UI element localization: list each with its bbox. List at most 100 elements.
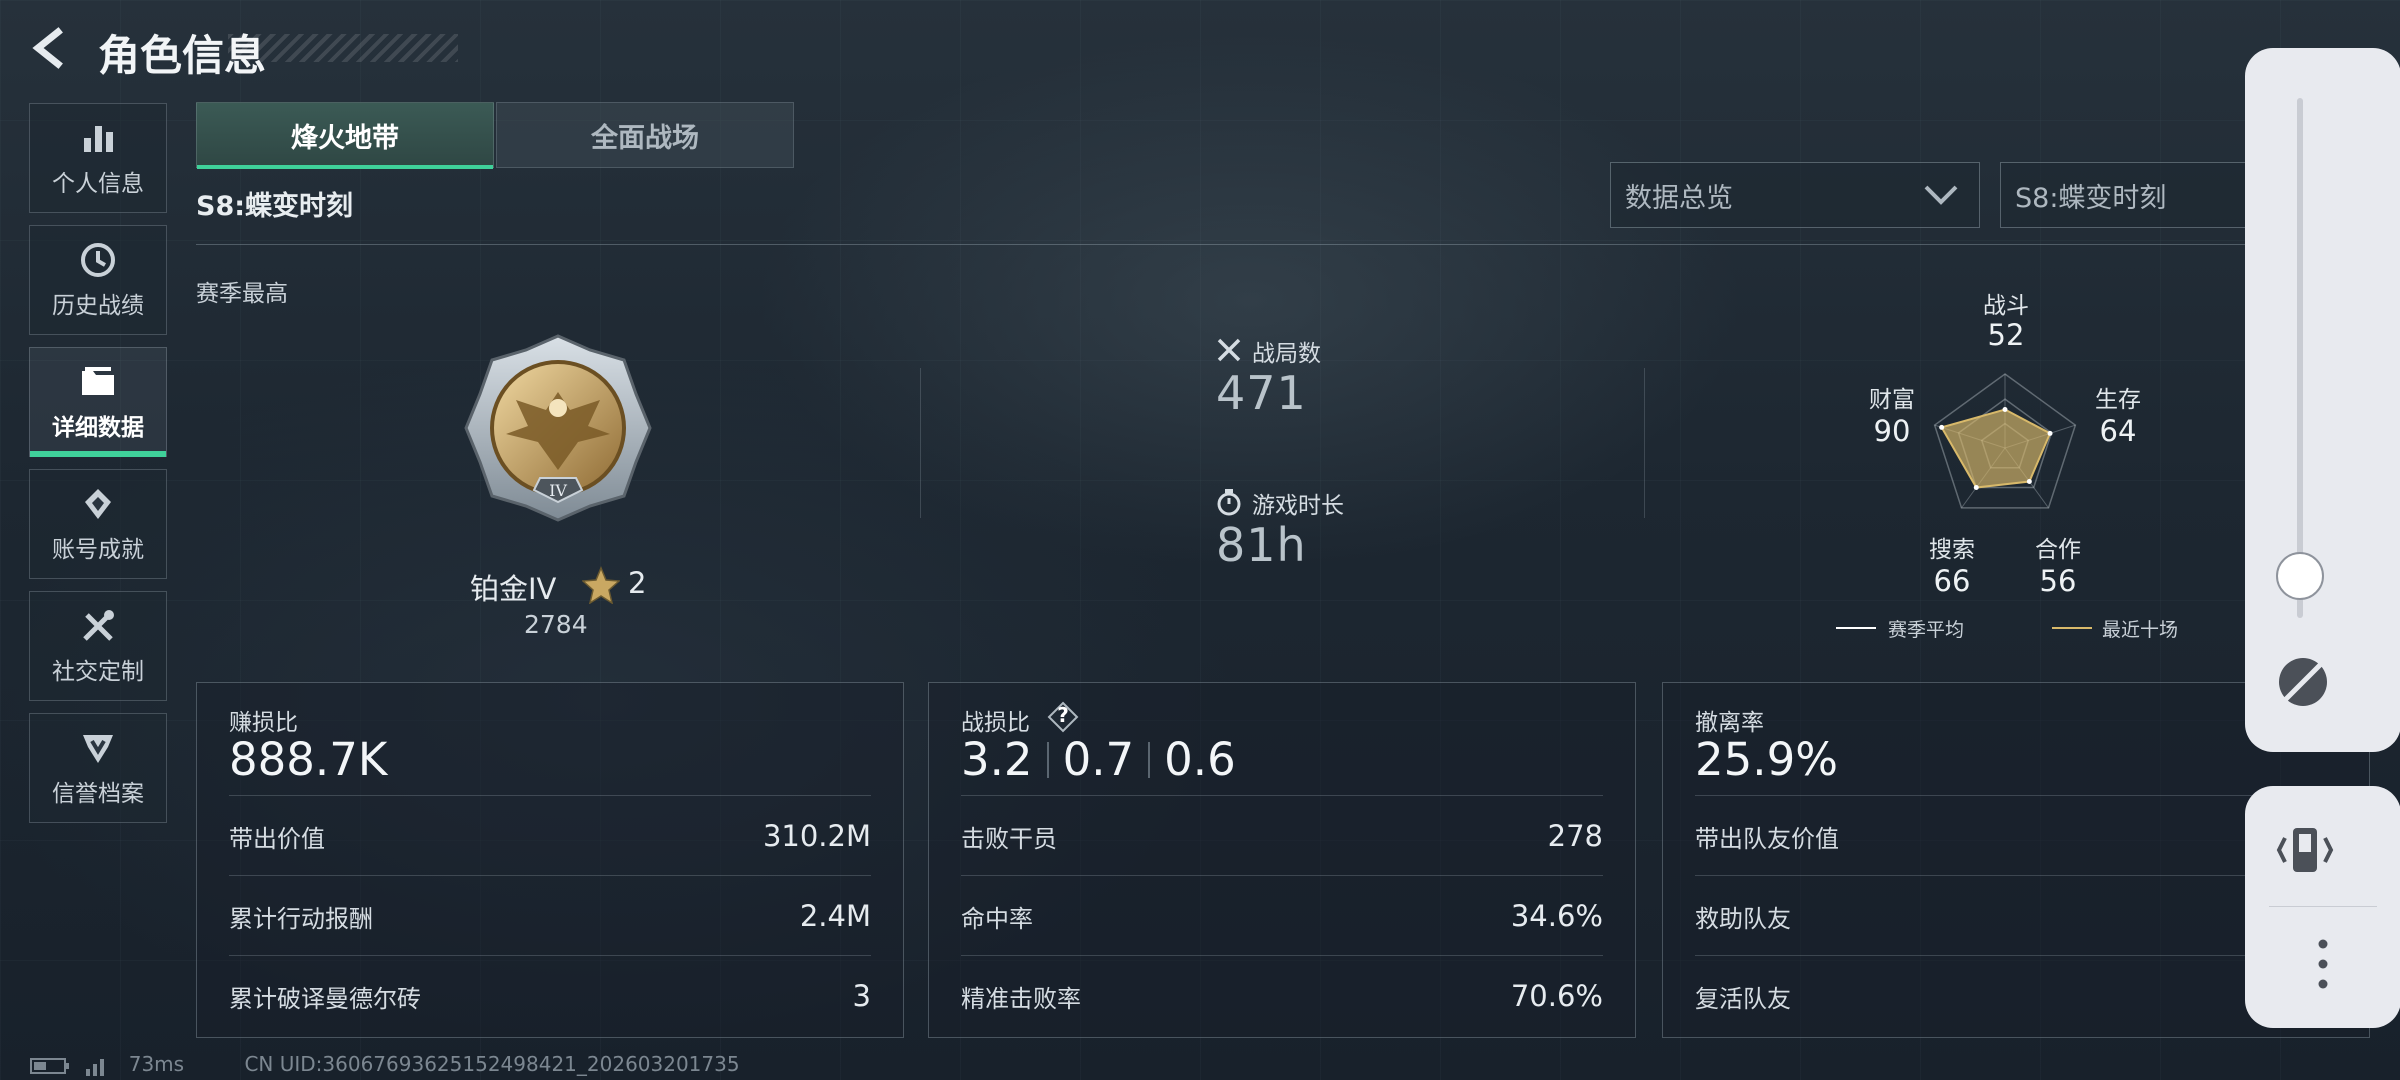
- radar-label-cooperation: 合作: [2035, 537, 2081, 563]
- rank-score: 2784: [524, 610, 588, 639]
- slider-handle[interactable]: [2276, 552, 2324, 600]
- status-bar: 73ms CN UID:36067693625152498421_2026032…: [30, 1052, 740, 1077]
- eye-off-icon[interactable]: [2275, 654, 2331, 710]
- radar-label-survival: 生存: [2095, 387, 2141, 413]
- kd-ratios: 3.2 0.7 0.6: [961, 733, 1236, 786]
- row-value: 34.6%: [1510, 899, 1603, 933]
- sidebar-item-details[interactable]: 详细数据: [29, 347, 167, 457]
- sidebar-item-credit[interactable]: 信誉档案: [29, 713, 167, 823]
- divider: [2269, 906, 2377, 907]
- sidebar-item-achievements[interactable]: 账号成就: [29, 469, 167, 579]
- vibration-icon[interactable]: [2275, 822, 2335, 878]
- tab-beacon-zone[interactable]: 烽火地带: [196, 102, 494, 169]
- sidebar-item-history[interactable]: 历史战绩: [29, 225, 167, 335]
- kd-ratio-3: 0.6: [1164, 733, 1236, 786]
- overview-dropdown[interactable]: 数据总览: [1610, 162, 1980, 228]
- panel-title: 撤离率: [1695, 710, 1764, 736]
- row-value: 310.2M: [762, 819, 871, 853]
- row-label: 精准击败率: [961, 984, 1081, 1013]
- legend-swatch-recent-ten: [2052, 627, 2092, 629]
- list-item: 带出价值 310.2M: [229, 795, 871, 876]
- radar-value-search: 66: [1933, 564, 1971, 598]
- radar-series-recent-ten: [1940, 408, 2052, 489]
- list-item: 救助队友: [1695, 875, 2337, 956]
- panel-title: 赚损比: [229, 710, 298, 736]
- row-label: 复活队友: [1695, 984, 1791, 1013]
- row-label: 救助队友: [1695, 904, 1791, 933]
- rank-star-count: 2: [628, 566, 647, 600]
- playtime-value: 81h: [1216, 518, 1307, 572]
- season-best-label: 赛季最高: [196, 281, 288, 307]
- row-value: 278: [1547, 819, 1603, 853]
- matches-value: 471: [1216, 366, 1307, 420]
- row-value: 2.4M: [799, 899, 871, 933]
- season-dropdown-value: S8:蝶变时刻: [2015, 182, 2167, 214]
- signal-icon: [86, 1058, 105, 1076]
- radar-label-search: 搜索: [1929, 537, 1975, 563]
- chevron-down-icon: [1924, 185, 1958, 205]
- radar-point: [1973, 485, 1979, 491]
- help-icon[interactable]: ?: [1047, 701, 1079, 733]
- row-label: 击败干员: [961, 824, 1057, 853]
- folder-icon: [78, 362, 118, 402]
- tools-panel: [2245, 786, 2400, 1028]
- list-item: 复活队友: [1695, 955, 2337, 1036]
- row-value: 70.6%: [1510, 979, 1603, 1013]
- divider: [1644, 368, 1645, 518]
- radar-value-survival: 64: [2099, 414, 2137, 448]
- uid-text: CN UID:36067693625152498421_202603201735: [244, 1052, 740, 1076]
- help-mark: ?: [1057, 703, 1069, 727]
- list-item: 命中率 34.6%: [961, 875, 1603, 956]
- history-icon: [78, 240, 118, 280]
- ping-text: 73ms: [128, 1052, 185, 1076]
- list-item: 带出队友价值: [1695, 795, 2337, 876]
- row-value: 3: [852, 979, 871, 1013]
- crossed-swords-icon: [1217, 338, 1241, 362]
- sidebar-item-social[interactable]: 社交定制: [29, 591, 167, 701]
- credit-icon: [78, 728, 118, 768]
- achievement-icon: [78, 484, 118, 524]
- more-vertical-icon[interactable]: [2293, 934, 2353, 994]
- row-label: 命中率: [961, 904, 1033, 933]
- matches-label: 战局数: [1252, 341, 1321, 367]
- radar-point: [2002, 407, 2008, 413]
- radar-label-combat: 战斗: [1983, 293, 2029, 319]
- sidebar-item-label: 个人信息: [52, 171, 144, 197]
- extraction-rate: 25.9%: [1695, 733, 1838, 786]
- rank-name: 铂金IV: [470, 572, 557, 606]
- divider: [196, 244, 2370, 245]
- badge-numeral: IV: [549, 481, 567, 500]
- battery-icon: [30, 1057, 69, 1074]
- separator: [1046, 741, 1049, 778]
- radar-label-wealth: 财富: [1869, 387, 1915, 413]
- sidebar-item-label: 社交定制: [52, 659, 144, 685]
- tools-icon: [78, 606, 118, 646]
- star-icon: [582, 566, 620, 604]
- divider: [920, 368, 921, 518]
- kd-ratio-1: 3.2: [961, 733, 1033, 786]
- playtime-label: 游戏时长: [1252, 493, 1344, 519]
- kd-panel: 战损比 ? 3.2 0.7 0.6 击败干员 278 命中率 34.6% 精准击败率…: [928, 682, 1636, 1038]
- legend-season-avg: 赛季平均: [1888, 619, 1965, 641]
- brightness-panel: [2245, 48, 2400, 752]
- back-arrow-icon[interactable]: [28, 26, 72, 70]
- bar-chart-icon: [78, 118, 118, 158]
- panel-title: 战损比: [961, 710, 1030, 736]
- row-label: 带出队友价值: [1695, 824, 1839, 853]
- row-label: 累计行动报酬: [229, 904, 373, 933]
- radar-value-combat: 52: [1987, 318, 2025, 352]
- radar-point: [2026, 479, 2032, 485]
- kd-ratio-2: 0.7: [1062, 733, 1135, 786]
- row-label: 带出价值: [229, 824, 325, 853]
- list-item: 精准击败率 70.6%: [961, 955, 1603, 1036]
- sidebar-item-personal-info[interactable]: 个人信息: [29, 103, 167, 213]
- list-item: 累计破译曼德尔砖 3: [229, 955, 871, 1036]
- tab-full-battlefield[interactable]: 全面战场: [496, 102, 794, 168]
- list-item: 击败干员 278: [961, 795, 1603, 876]
- radar-value-wealth: 90: [1873, 414, 1911, 448]
- legend-recent-ten: 最近十场: [2102, 619, 2179, 641]
- slider-track: [2297, 98, 2303, 618]
- radar-value-cooperation: 56: [2039, 564, 2077, 598]
- overview-dropdown-value: 数据总览: [1625, 182, 1733, 214]
- list-item: 累计行动报酬 2.4M: [229, 875, 871, 956]
